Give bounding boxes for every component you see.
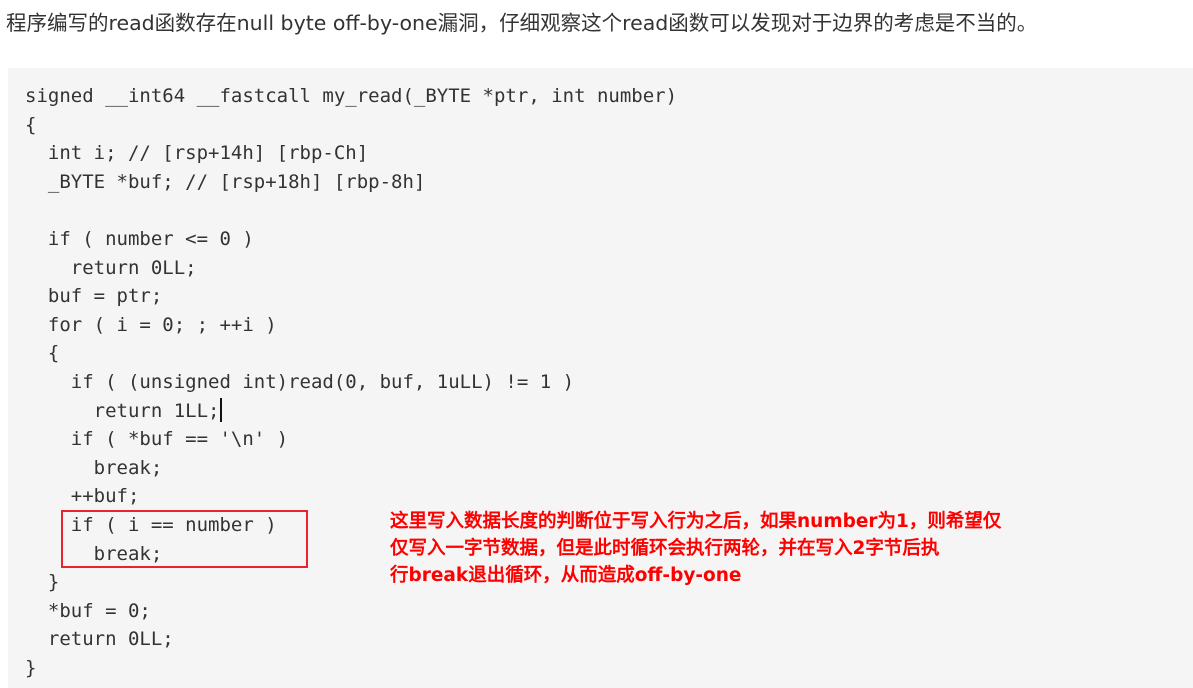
code-line: break; (25, 456, 163, 479)
code-line: return 0LL; (25, 256, 197, 279)
code-line: if ( (unsigned int)read(0, buf, 1uLL) !=… (25, 370, 575, 393)
code-line: { (25, 342, 60, 365)
annotation-line: 仅写入一字节数据，但是此时循环会执行两轮，并在写入2字节后执 (390, 538, 940, 559)
code-line: buf = ptr; (25, 285, 163, 308)
code-block: signed __int64 __fastcall my_read(_BYTE … (8, 68, 1193, 688)
code-line: if ( *buf == '\n' ) (25, 428, 289, 451)
code-line: for ( i = 0; ; ++i ) (25, 313, 277, 336)
annotation-line: 这里写入数据长度的判断位于写入行为之后，如果number为1，则希望仅 (390, 511, 1002, 532)
code-line: _BYTE *buf; // [rsp+18h] [rbp-8h] (25, 170, 426, 193)
code-lines: signed __int64 __fastcall my_read(_BYTE … (25, 82, 677, 682)
code-line: } (25, 656, 37, 679)
annotation-note: 这里写入数据长度的判断位于写入行为之后，如果number为1，则希望仅 仅写入一… (390, 508, 1050, 589)
text-cursor (220, 397, 223, 422)
code-line: return 0LL; (25, 628, 174, 651)
code-line: signed __int64 __fastcall my_read(_BYTE … (25, 85, 678, 107)
code-line-text: return 1LL; (25, 399, 220, 422)
code-line-with-cursor: return 1LL; (25, 397, 677, 426)
code-line: if ( number <= 0 ) (25, 227, 254, 250)
code-line: int i; // [rsp+14h] [rbp-Ch] (25, 142, 369, 165)
code-line: ++buf; (25, 485, 140, 508)
annotation-line: 行break退出循环，从而造成off-by-one (390, 565, 742, 586)
code-line: { (25, 113, 37, 136)
intro-paragraph: 程序编写的read函数存在null byte off-by-one漏洞，仔细观察… (6, 11, 1038, 35)
highlight-box (61, 510, 308, 568)
code-line: *buf = 0; (25, 599, 151, 622)
